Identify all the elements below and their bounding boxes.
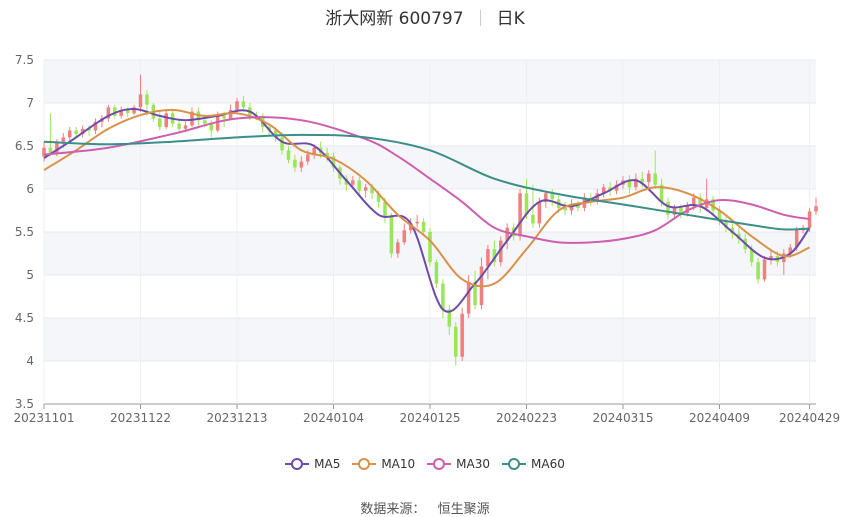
legend-label: MA5 bbox=[314, 457, 341, 471]
legend-item-ma30[interactable]: MA30 bbox=[427, 457, 490, 471]
y-tick-label: 7.5 bbox=[15, 53, 34, 67]
legend: MA5 MA10 MA30 MA60 bbox=[0, 457, 850, 471]
x-tick-label: 20240104 bbox=[303, 411, 364, 425]
ma5-legend-icon bbox=[285, 458, 310, 470]
x-tick-label: 20240125 bbox=[399, 411, 460, 425]
legend-label: MA10 bbox=[381, 457, 416, 471]
candle-body bbox=[814, 206, 818, 212]
candle-body bbox=[441, 283, 445, 310]
candle-body bbox=[550, 193, 555, 200]
candle-body bbox=[299, 161, 304, 168]
candle-body bbox=[222, 115, 226, 119]
y-tick-label: 6 bbox=[26, 182, 34, 196]
candle-body bbox=[280, 137, 284, 151]
ma60-legend-icon bbox=[502, 458, 527, 470]
candle-body bbox=[357, 180, 362, 191]
x-tick-label: 20231122 bbox=[110, 411, 171, 425]
x-tick-label: 20240315 bbox=[592, 411, 653, 425]
x-tick-label: 20240409 bbox=[689, 411, 750, 425]
legend-item-ma10[interactable]: MA10 bbox=[352, 457, 415, 471]
candle-body bbox=[762, 259, 767, 280]
candle-body bbox=[241, 101, 246, 108]
candle-body bbox=[351, 180, 355, 185]
legend-item-ma60[interactable]: MA60 bbox=[502, 457, 565, 471]
candle-body bbox=[183, 125, 188, 129]
x-tick-label: 20240429 bbox=[779, 411, 840, 425]
ma30-legend-icon bbox=[427, 458, 452, 470]
candle-body bbox=[402, 230, 407, 243]
kline-chart: 3.5 4 4.5 5 5.5 6 6.5 7 7.5 20231101 20231122 20231… bbox=[13, 53, 840, 425]
candle-body bbox=[531, 214, 535, 224]
candle-body bbox=[164, 113, 169, 128]
y-tick-label: 5 bbox=[26, 268, 34, 282]
candle-body bbox=[389, 216, 394, 254]
candle-body bbox=[74, 130, 78, 134]
candle-body bbox=[293, 159, 297, 168]
candle-body bbox=[518, 193, 522, 237]
candle-body bbox=[383, 201, 387, 217]
candle-body bbox=[138, 94, 143, 108]
legend-item-ma5[interactable]: MA5 bbox=[285, 457, 340, 471]
candle-body bbox=[466, 281, 471, 314]
y-tick-label: 6.5 bbox=[15, 139, 34, 153]
y-tick-label: 4.5 bbox=[15, 311, 34, 325]
candle-body bbox=[145, 94, 149, 105]
candle-body bbox=[646, 173, 651, 183]
candle-body bbox=[756, 262, 760, 280]
candle-body bbox=[235, 101, 239, 110]
candle-body bbox=[67, 130, 72, 138]
candle-body bbox=[653, 173, 657, 185]
x-tick-label: 20240223 bbox=[496, 411, 557, 425]
candle-body bbox=[363, 187, 368, 191]
legend-label: MA30 bbox=[456, 457, 491, 471]
y-tick-label: 5.5 bbox=[15, 225, 34, 239]
candle-body bbox=[486, 249, 490, 267]
candle-body bbox=[177, 123, 181, 129]
candle-body bbox=[453, 326, 458, 357]
x-tick-label: 20231213 bbox=[206, 411, 267, 425]
candle-body bbox=[305, 154, 310, 162]
legend-label: MA60 bbox=[531, 457, 565, 471]
x-tick-label: 20231101 bbox=[13, 411, 74, 425]
candle-body bbox=[286, 150, 291, 160]
y-tick-label: 7 bbox=[26, 96, 34, 110]
candle-body bbox=[61, 137, 66, 142]
ma10-legend-icon bbox=[352, 458, 377, 470]
ma5-line bbox=[43, 108, 811, 313]
y-tick-label: 3.5 bbox=[15, 397, 34, 411]
source-value: 恒生聚源 bbox=[437, 502, 490, 517]
candle-body bbox=[203, 120, 207, 124]
data-source: 数据来源： 恒生聚源 bbox=[0, 498, 850, 517]
candle-body bbox=[158, 118, 162, 128]
candle-body bbox=[434, 262, 439, 284]
candle-body bbox=[537, 201, 542, 224]
source-label: 数据来源： bbox=[360, 502, 426, 517]
candle-body bbox=[396, 242, 400, 254]
candle-body bbox=[415, 221, 419, 224]
candle-body bbox=[460, 313, 464, 357]
candle-body bbox=[428, 232, 432, 263]
candle-body bbox=[421, 221, 426, 232]
y-tick-label: 4 bbox=[26, 354, 34, 368]
candle-body bbox=[640, 178, 645, 183]
